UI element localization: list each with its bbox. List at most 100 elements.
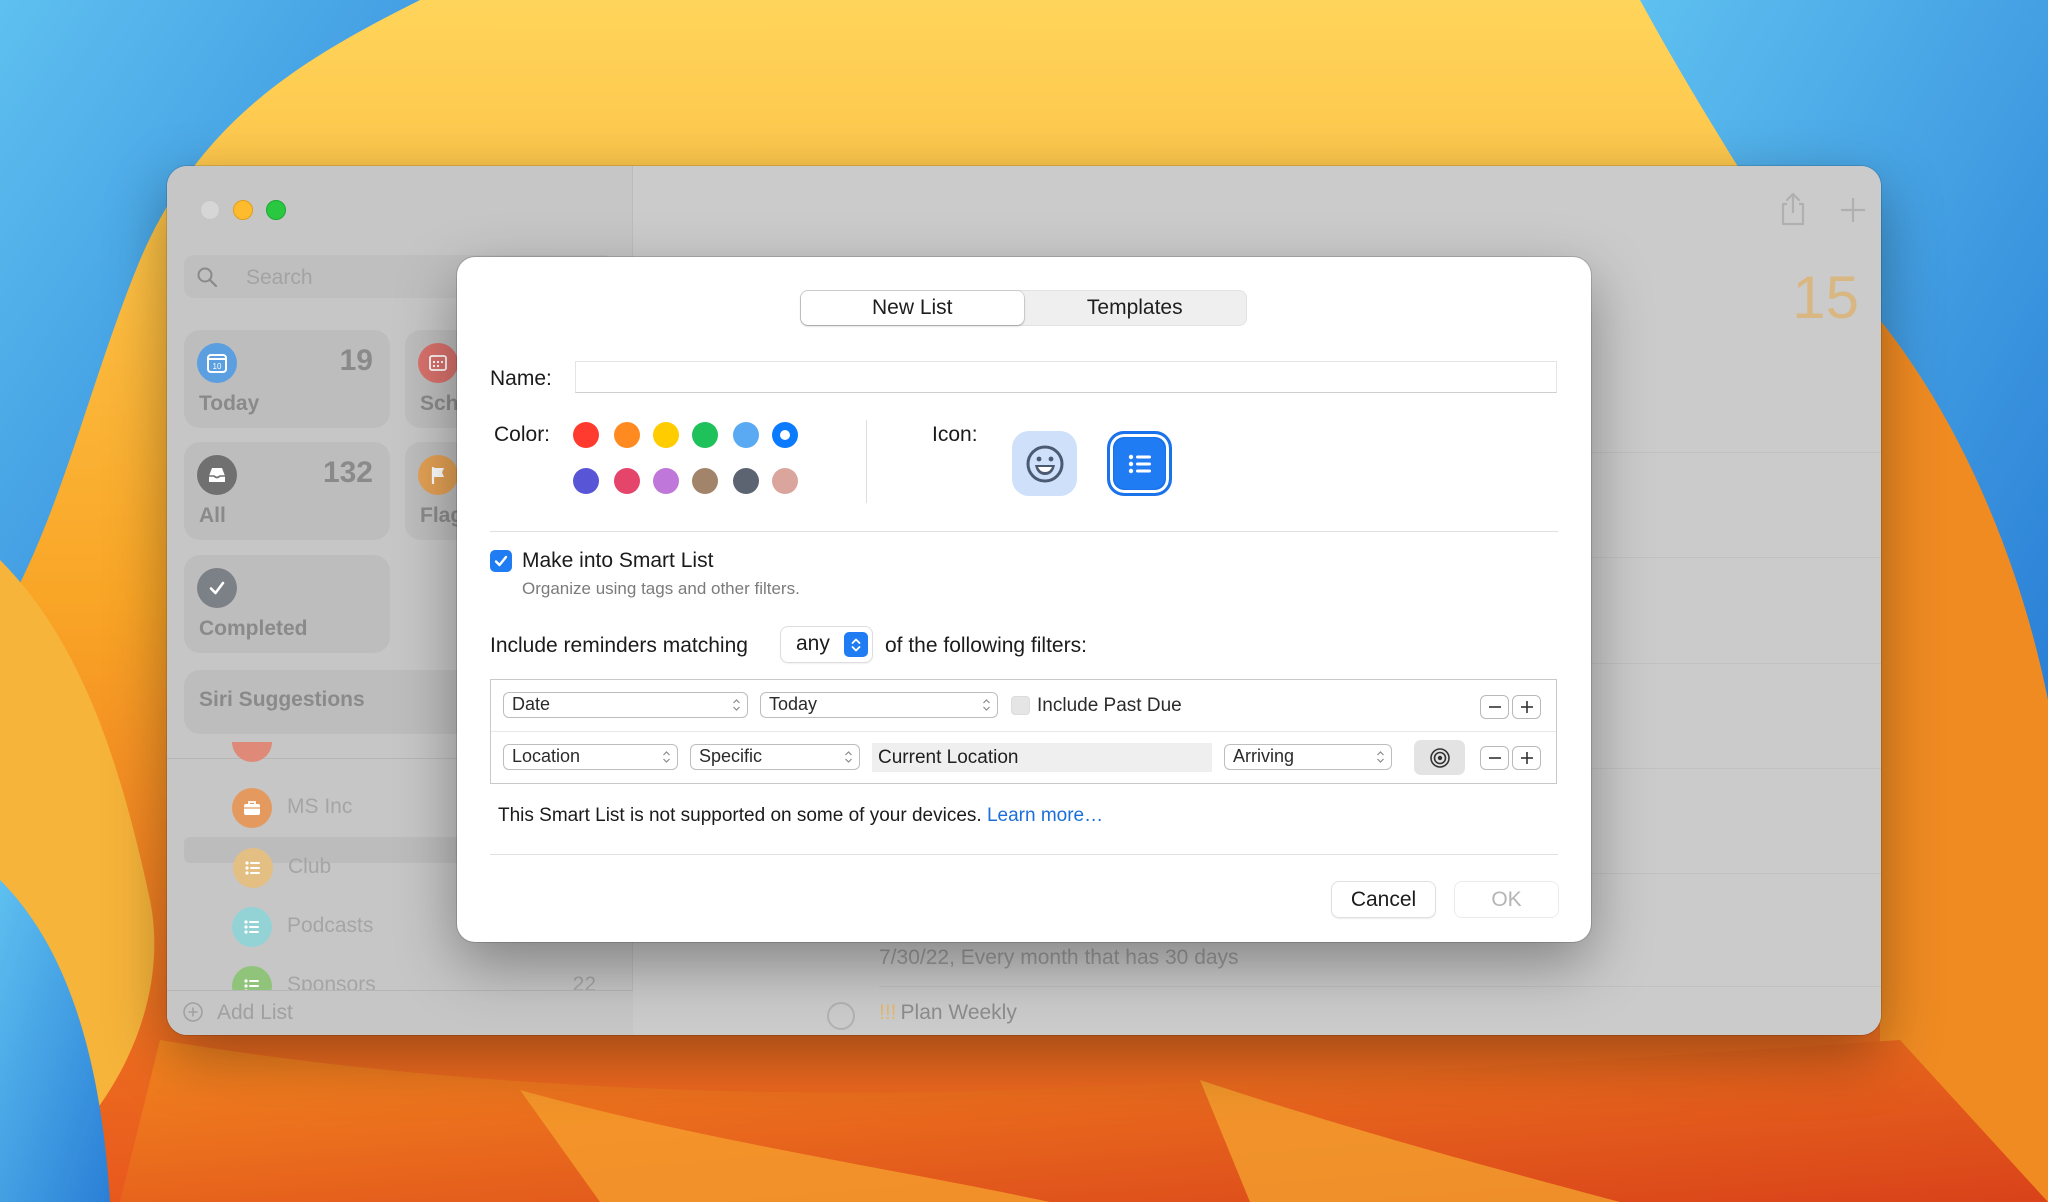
matching-prefix: Include reminders matching bbox=[490, 634, 748, 657]
calendar-today-icon: 10 bbox=[197, 343, 237, 383]
filter-operator-select[interactable]: Specific bbox=[690, 744, 860, 770]
search-placeholder: Search bbox=[246, 266, 313, 289]
updown-chevron-icon bbox=[1377, 751, 1384, 763]
color-swatch[interactable] bbox=[653, 468, 679, 494]
checkmark-icon bbox=[197, 568, 237, 608]
smart-list-today[interactable]: 10 19 Today bbox=[184, 330, 390, 428]
updown-chevron-icon bbox=[845, 751, 852, 763]
tab-new-list[interactable]: New List bbox=[801, 291, 1024, 325]
siri-suggestions-label: Siri Suggestions bbox=[199, 688, 365, 711]
color-swatch[interactable] bbox=[614, 422, 640, 448]
search-icon bbox=[197, 267, 218, 288]
color-swatch[interactable] bbox=[573, 422, 599, 448]
remove-filter-button[interactable] bbox=[1480, 746, 1509, 770]
all-label: All bbox=[199, 504, 226, 527]
color-swatch[interactable] bbox=[573, 468, 599, 494]
matching-popup[interactable]: any bbox=[781, 627, 872, 662]
briefcase-icon bbox=[232, 788, 272, 828]
location-field[interactable]: Current Location bbox=[872, 743, 1212, 772]
tray-icon bbox=[197, 455, 237, 495]
updown-chevron-icon bbox=[663, 751, 670, 763]
tab-templates[interactable]: Templates bbox=[1024, 291, 1247, 325]
list-label: Club bbox=[288, 855, 332, 878]
location-radius-button[interactable] bbox=[1414, 740, 1465, 775]
color-swatch[interactable] bbox=[653, 422, 679, 448]
color-swatch[interactable] bbox=[733, 468, 759, 494]
location-trigger-value: Arriving bbox=[1233, 746, 1295, 766]
list-bullet-icon bbox=[1128, 454, 1151, 473]
vertical-divider bbox=[866, 420, 867, 503]
color-swatch[interactable] bbox=[614, 468, 640, 494]
compatibility-notice: This Smart List is not supported on some… bbox=[498, 805, 1103, 827]
color-swatch[interactable] bbox=[733, 422, 759, 448]
section-divider bbox=[490, 531, 1558, 532]
color-swatch[interactable] bbox=[692, 468, 718, 494]
new-list-dialog: New List Templates Name: Color: Icon: Ma… bbox=[457, 257, 1591, 942]
minimize-window-button[interactable] bbox=[233, 200, 253, 220]
target-icon bbox=[1429, 747, 1450, 768]
reminder-title[interactable]: !!! Plan Weekly bbox=[879, 1001, 1017, 1025]
share-icon[interactable] bbox=[1776, 190, 1810, 228]
all-count: 132 bbox=[322, 456, 373, 489]
plus-icon bbox=[1520, 701, 1533, 713]
filter-field-value: Date bbox=[512, 694, 551, 714]
close-window-button[interactable] bbox=[200, 200, 220, 220]
plus-icon[interactable] bbox=[1836, 190, 1870, 228]
list-icon-partial bbox=[232, 742, 272, 762]
calendar-grid-icon bbox=[418, 343, 458, 383]
updown-chevron-icon bbox=[733, 699, 740, 711]
name-input[interactable] bbox=[575, 361, 1557, 393]
plus-icon bbox=[1520, 752, 1533, 764]
remove-filter-button[interactable] bbox=[1480, 695, 1509, 719]
plus-circle-icon bbox=[183, 1002, 203, 1022]
color-swatch[interactable] bbox=[692, 422, 718, 448]
icon-option-list[interactable] bbox=[1107, 431, 1172, 496]
matching-value: any bbox=[796, 632, 830, 655]
filter-field-select[interactable]: Location bbox=[503, 744, 678, 770]
cancel-button[interactable]: Cancel bbox=[1332, 882, 1435, 917]
list-label: MS Inc bbox=[287, 795, 353, 818]
updown-chevron-icon bbox=[844, 632, 868, 657]
matching-suffix: of the following filters: bbox=[885, 634, 1087, 657]
include-past-due-checkbox[interactable] bbox=[1011, 696, 1030, 715]
zoom-window-button[interactable] bbox=[266, 200, 286, 220]
segmented-control: New List Templates bbox=[800, 290, 1247, 326]
filter-operator-select[interactable]: Today bbox=[760, 692, 998, 718]
list-count: 15 bbox=[1792, 264, 1859, 331]
completed-label: Completed bbox=[199, 617, 308, 640]
color-swatch[interactable] bbox=[772, 468, 798, 494]
reminder-complete-toggle[interactable] bbox=[827, 1002, 855, 1030]
reminder-subtitle: 7/30/22, Every month that has 30 days bbox=[879, 946, 1239, 969]
filter-field-select[interactable]: Date bbox=[503, 692, 748, 718]
row-divider bbox=[879, 986, 1881, 987]
checkmark-icon bbox=[494, 555, 508, 567]
filter-field-value: Location bbox=[512, 746, 581, 766]
add-filter-button[interactable] bbox=[1512, 746, 1541, 770]
svg-text:10: 10 bbox=[213, 362, 222, 371]
name-label: Name: bbox=[490, 367, 552, 390]
color-label: Color: bbox=[494, 423, 551, 446]
smart-list-subtitle: Organize using tags and other filters. bbox=[522, 579, 800, 598]
today-count: 19 bbox=[339, 344, 373, 377]
smart-list-checkbox[interactable] bbox=[490, 550, 512, 572]
add-list-button[interactable]: Add List bbox=[167, 990, 633, 1035]
list-label: Podcasts bbox=[287, 914, 374, 937]
icon-option-emoji[interactable] bbox=[1012, 431, 1077, 496]
updown-chevron-icon bbox=[983, 699, 990, 711]
add-filter-button[interactable] bbox=[1512, 695, 1541, 719]
location-trigger-select[interactable]: Arriving bbox=[1224, 744, 1392, 770]
today-label: Today bbox=[199, 392, 260, 415]
smart-list-label[interactable]: Make into Smart List bbox=[522, 549, 713, 573]
smart-list-all[interactable]: 132 All bbox=[184, 442, 390, 540]
emoji-icon bbox=[1026, 445, 1063, 482]
footer-divider bbox=[490, 854, 1558, 855]
ok-button[interactable]: OK bbox=[1455, 882, 1558, 917]
learn-more-link[interactable]: Learn more… bbox=[987, 805, 1103, 826]
filter-row-divider bbox=[491, 731, 1556, 732]
smart-list-completed[interactable]: Completed bbox=[184, 555, 390, 653]
filter-operator-value: Today bbox=[769, 694, 818, 714]
priority-indicator: !!! bbox=[879, 1001, 897, 1024]
filter-operator-value: Specific bbox=[699, 746, 763, 766]
reminder-title-text: Plan Weekly bbox=[900, 1001, 1017, 1024]
color-swatch[interactable] bbox=[772, 422, 798, 448]
